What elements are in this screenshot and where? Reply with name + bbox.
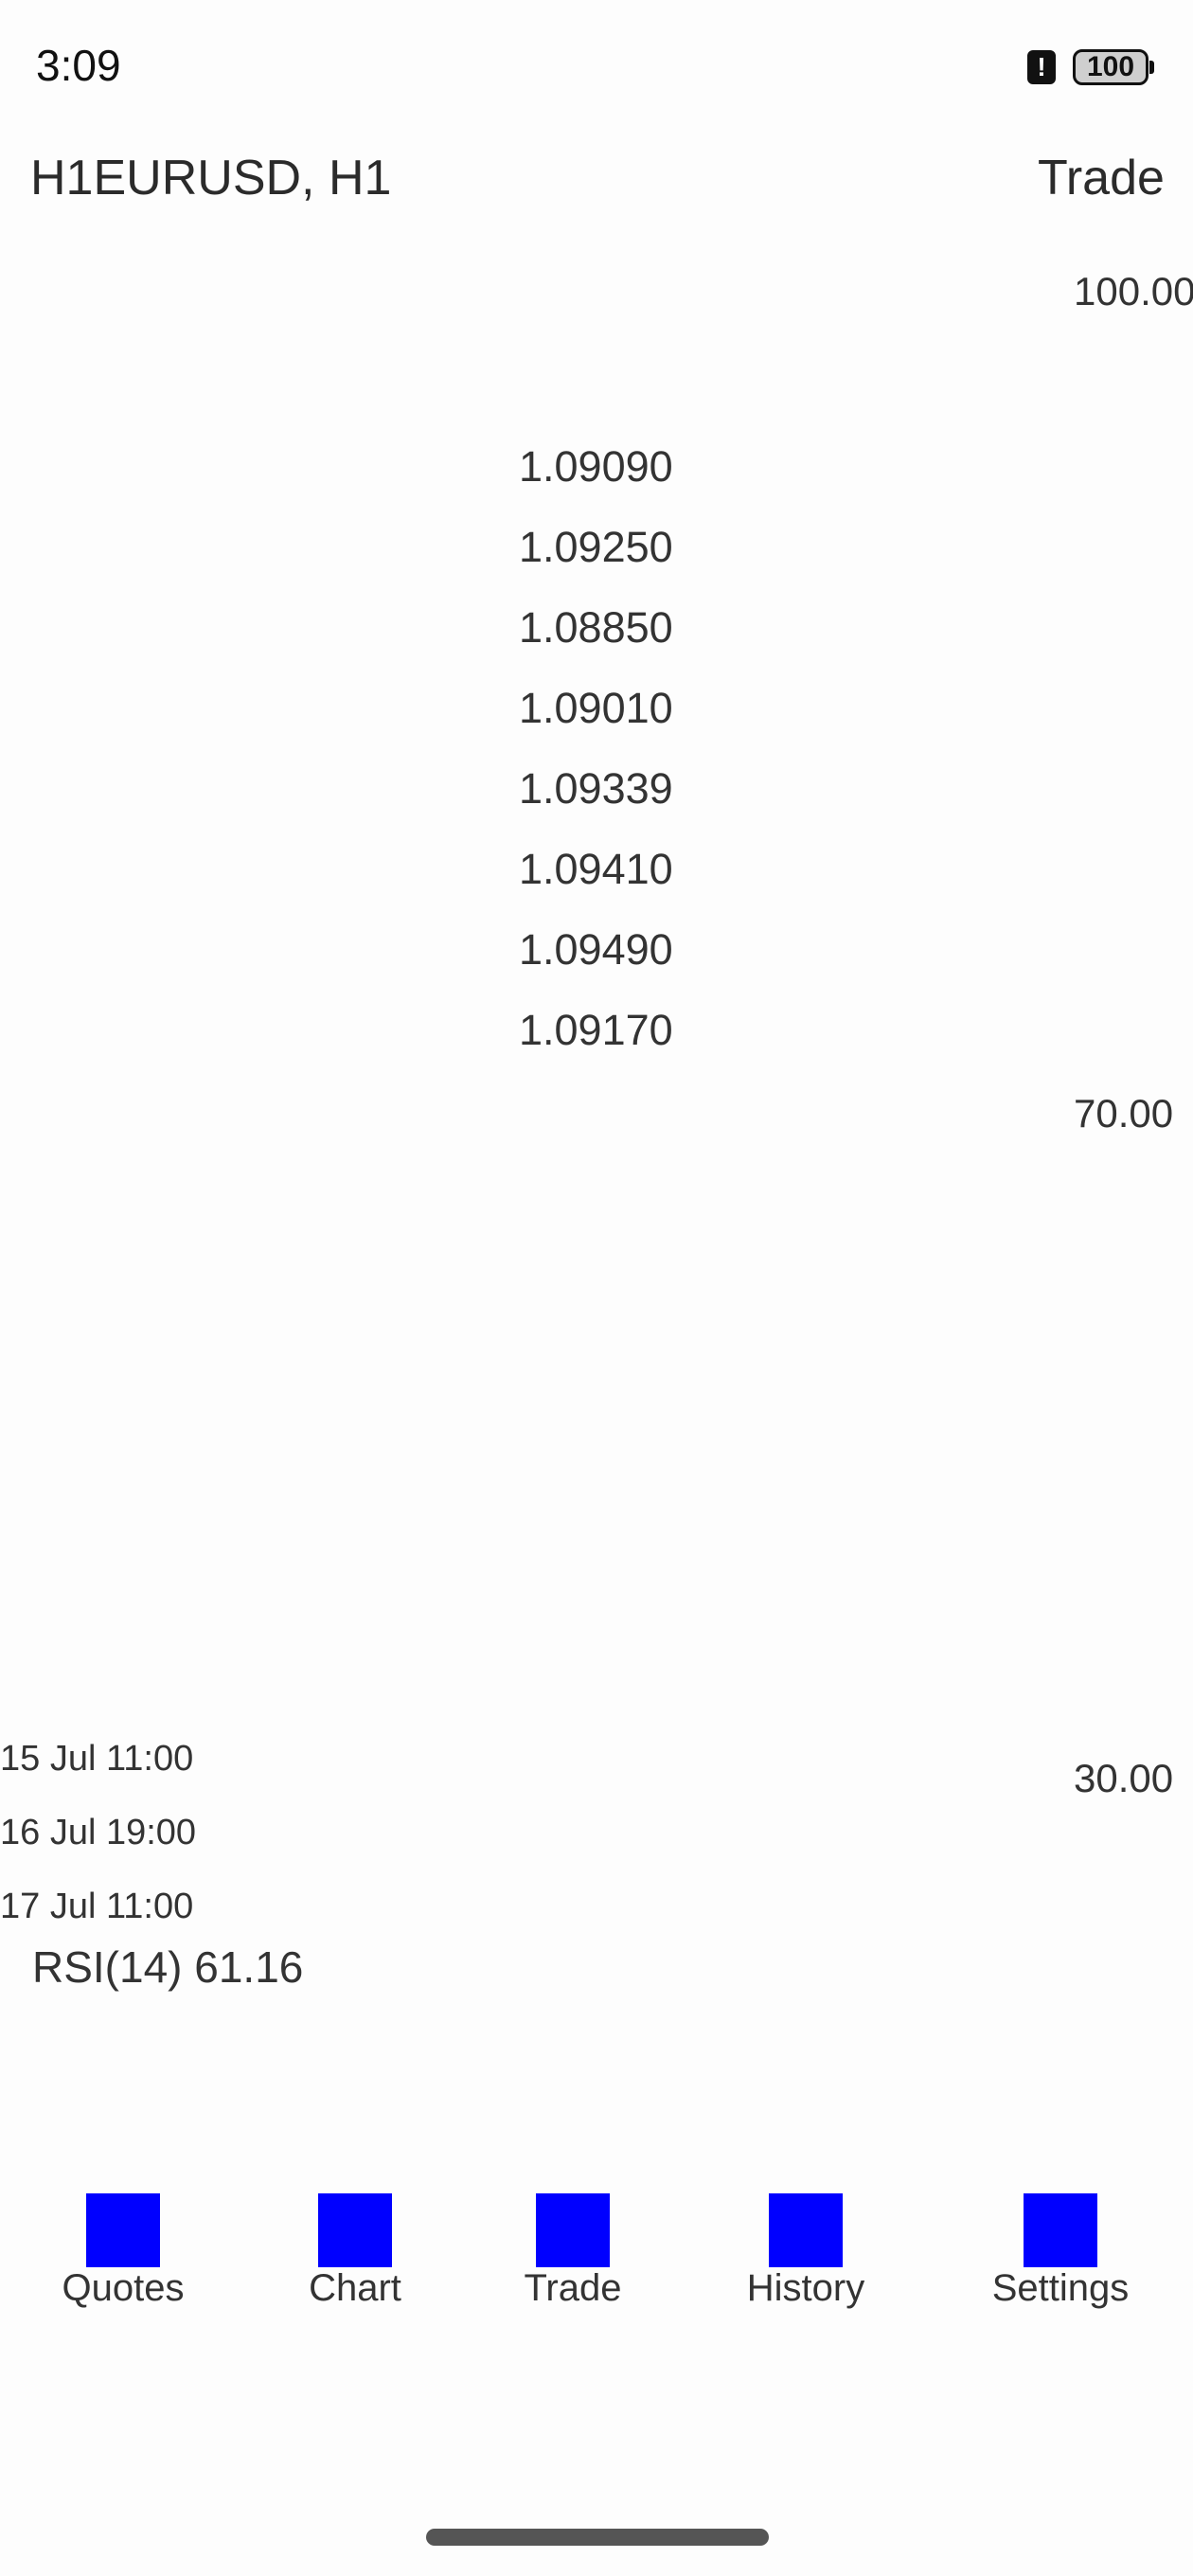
trade-icon	[536, 2193, 610, 2267]
history-icon	[769, 2193, 843, 2267]
price-item: 1.09490	[519, 925, 673, 974]
nav-label-history: History	[746, 2267, 865, 2309]
battery-level: 100	[1086, 51, 1135, 82]
nav-item-trade[interactable]: Trade	[478, 2193, 668, 2310]
nav-label-settings: Settings	[991, 2267, 1130, 2309]
nav-item-chart[interactable]: Chart	[260, 2193, 450, 2310]
chart-icon	[318, 2193, 392, 2267]
trade-button[interactable]: Trade	[1038, 150, 1165, 206]
price-item: 1.09250	[519, 523, 673, 571]
settings-icon	[1024, 2193, 1097, 2267]
battery-tip	[1149, 61, 1154, 74]
battery-icon: 100	[1073, 49, 1148, 85]
status-time: 3:09	[36, 41, 121, 90]
price-item: 1.09170	[519, 1006, 673, 1054]
y-axis-label-middle: 70.00	[1074, 1091, 1174, 1136]
price-item: 1.08850	[519, 603, 673, 652]
nav-item-settings[interactable]: Settings	[966, 2193, 1155, 2310]
price-list: 1.09090 1.09250 1.08850 1.09010 1.09339 …	[519, 438, 673, 1082]
nav-label-trade: Trade	[524, 2267, 622, 2309]
y-axis-label-top: 100.00	[1074, 269, 1193, 313]
time-label: 16 Jul 19:00	[0, 1813, 197, 1852]
y-axis-label-bottom: 30.00	[1074, 1756, 1174, 1800]
time-label: 15 Jul 11:00	[0, 1739, 194, 1779]
time-label: 17 Jul 11:00	[0, 1887, 194, 1926]
home-indicator[interactable]	[426, 2529, 769, 2546]
price-item: 1.09090	[519, 442, 673, 491]
rsi-indicator-label: RSI(14) 61.16	[32, 1942, 304, 1992]
nav-label-chart: Chart	[309, 2267, 401, 2309]
price-item: 1.09010	[519, 684, 673, 732]
page-title: H1EURUSD, H1	[30, 151, 392, 206]
nav-label-quotes: Quotes	[62, 2267, 185, 2309]
price-item: 1.09410	[519, 845, 673, 893]
price-item: 1.09339	[519, 764, 673, 813]
alert-icon: !	[1027, 50, 1056, 84]
quotes-icon	[86, 2193, 160, 2267]
nav-item-history[interactable]: History	[711, 2193, 900, 2310]
screen: 3:09 ! 100 H1EURUSD, H1 Trade 100.00 70.…	[0, 0, 1193, 2576]
nav-item-quotes[interactable]: Quotes	[28, 2193, 218, 2310]
